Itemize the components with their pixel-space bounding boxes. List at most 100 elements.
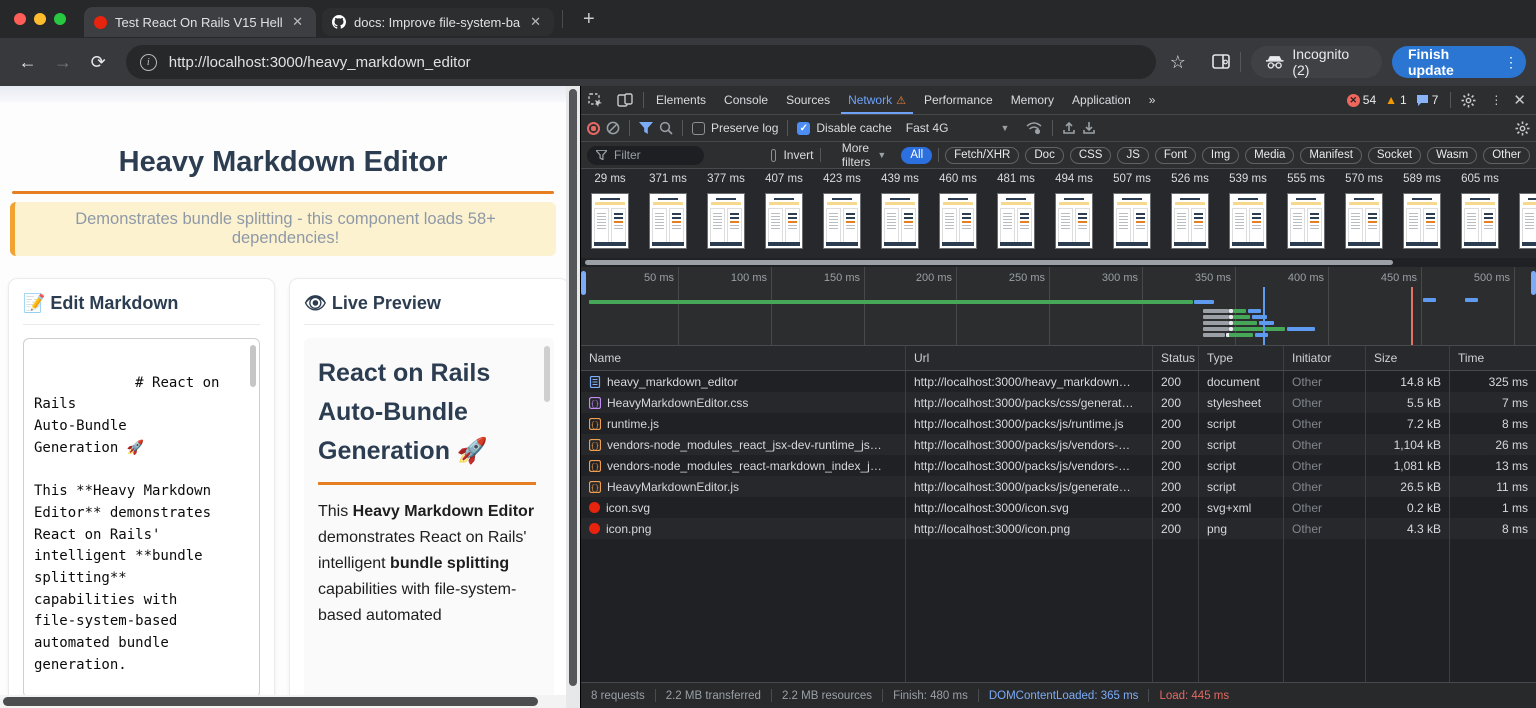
- devtools-menu-icon[interactable]: ⋮: [1483, 93, 1509, 107]
- column-header-initiator[interactable]: Initiator: [1284, 346, 1366, 370]
- filmstrip-frame[interactable]: 589 ms: [1393, 173, 1451, 258]
- page-horizontal-scrollbar[interactable]: [0, 695, 566, 708]
- filmstrip-thumbnail[interactable]: [1345, 193, 1383, 249]
- request-initiator[interactable]: Other: [1284, 413, 1366, 434]
- filmstrip-thumbnail[interactable]: [1229, 193, 1267, 249]
- filmstrip-thumbnail[interactable]: [649, 193, 687, 249]
- column-header-url[interactable]: Url: [906, 346, 1153, 370]
- warning-count-badge[interactable]: ▲ 1: [1385, 93, 1407, 107]
- filmstrip-thumbnail[interactable]: [997, 193, 1035, 249]
- filmstrip-frame[interactable]: 439 ms: [871, 173, 929, 258]
- throttling-caret-icon[interactable]: ▼: [1000, 123, 1009, 133]
- filmstrip-thumbnail[interactable]: [765, 193, 803, 249]
- filter-chip-wasm[interactable]: Wasm: [1427, 147, 1477, 164]
- close-window-button[interactable]: [14, 13, 26, 25]
- disable-cache-label[interactable]: Disable cache: [816, 121, 891, 135]
- overview-right-handle[interactable]: [1531, 271, 1536, 295]
- devtools-tab-sources[interactable]: Sources: [777, 86, 839, 114]
- network-overview-timeline[interactable]: 50 ms100 ms150 ms200 ms250 ms300 ms350 m…: [581, 267, 1536, 346]
- more-tabs-button[interactable]: »: [1140, 86, 1165, 114]
- search-icon[interactable]: [659, 121, 673, 135]
- bookmark-star-icon[interactable]: ☆: [1170, 52, 1186, 73]
- invert-label[interactable]: Invert: [783, 148, 813, 162]
- filter-chip-all[interactable]: All: [901, 147, 932, 164]
- filmstrip-frame[interactable]: 555 ms: [1277, 173, 1335, 258]
- preserve-log-label[interactable]: Preserve log: [711, 121, 778, 135]
- request-initiator[interactable]: Other: [1284, 455, 1366, 476]
- record-network-log-button[interactable]: [587, 122, 600, 135]
- incognito-badge[interactable]: Incognito (2): [1251, 46, 1382, 78]
- filmstrip-frame[interactable]: 371 ms: [639, 173, 697, 258]
- filmstrip-thumbnail[interactable]: [1403, 193, 1441, 249]
- column-header-status[interactable]: Status: [1153, 346, 1199, 370]
- forward-button[interactable]: →: [49, 48, 76, 76]
- export-har-icon[interactable]: [1082, 121, 1096, 135]
- filmstrip-frame[interactable]: [1509, 173, 1536, 258]
- minimize-window-button[interactable]: [34, 13, 46, 25]
- filmstrip-frame[interactable]: 423 ms: [813, 173, 871, 258]
- filmstrip-frame[interactable]: 29 ms: [581, 173, 639, 258]
- filmstrip-thumbnail[interactable]: [939, 193, 977, 249]
- request-initiator[interactable]: Other: [1284, 371, 1366, 392]
- url-text[interactable]: http://localhost:3000/heavy_markdown_edi…: [169, 54, 471, 71]
- markdown-textarea[interactable]: # React on Rails Auto-Bundle Generation …: [23, 338, 260, 698]
- filmstrip-thumbnail[interactable]: [1171, 193, 1209, 249]
- filter-chip-media[interactable]: Media: [1245, 147, 1294, 164]
- filter-chip-fetchxhr[interactable]: Fetch/XHR: [945, 147, 1019, 164]
- filmstrip-frame[interactable]: 407 ms: [755, 173, 813, 258]
- clear-network-log-icon[interactable]: [606, 121, 620, 135]
- filmstrip-frame[interactable]: 570 ms: [1335, 173, 1393, 258]
- tab-close-icon[interactable]: ✕: [527, 14, 544, 30]
- invert-checkbox[interactable]: [771, 149, 776, 162]
- devtools-tab-elements[interactable]: Elements: [647, 86, 715, 114]
- request-initiator[interactable]: Other: [1284, 518, 1366, 539]
- side-panel-icon[interactable]: [1212, 54, 1230, 70]
- inspect-element-icon[interactable]: [581, 93, 610, 108]
- network-request-row[interactable]: {}HeavyMarkdownEditor.csshttp://localhos…: [581, 392, 1536, 413]
- throttling-select[interactable]: Fast 4G: [906, 121, 949, 135]
- network-request-row[interactable]: icon.pnghttp://localhost:3000/icon.png20…: [581, 518, 1536, 539]
- filmstrip-scrollbar[interactable]: [581, 258, 1536, 267]
- filmstrip-frame[interactable]: 460 ms: [929, 173, 987, 258]
- filter-chip-js[interactable]: JS: [1117, 147, 1148, 164]
- filter-chip-img[interactable]: Img: [1202, 147, 1239, 164]
- filter-toggle-icon[interactable]: [639, 122, 653, 134]
- devtools-tab-memory[interactable]: Memory: [1002, 86, 1063, 114]
- back-button[interactable]: ←: [14, 48, 41, 76]
- filmstrip-frame[interactable]: 481 ms: [987, 173, 1045, 258]
- filmstrip-frame[interactable]: 526 ms: [1161, 173, 1219, 258]
- new-tab-button[interactable]: +: [577, 8, 601, 31]
- devtools-tab-console[interactable]: Console: [715, 86, 777, 114]
- error-count-badge[interactable]: ✕ 54: [1347, 93, 1376, 107]
- issues-count-badge[interactable]: 7: [1416, 93, 1439, 107]
- devtools-tab-network[interactable]: Network⚠: [839, 86, 915, 114]
- devtools-tab-performance[interactable]: Performance: [915, 86, 1002, 114]
- devtools-settings-icon[interactable]: [1454, 93, 1483, 108]
- network-request-row[interactable]: {}runtime.jshttp://localhost:3000/packs/…: [581, 413, 1536, 434]
- filter-chip-manifest[interactable]: Manifest: [1300, 147, 1361, 164]
- devtools-close-icon[interactable]: ✕: [1509, 91, 1536, 109]
- browser-menu-icon[interactable]: ⋮: [1504, 54, 1518, 71]
- preview-scrollbar[interactable]: [544, 346, 550, 402]
- network-conditions-icon[interactable]: [1025, 121, 1043, 135]
- column-header-name[interactable]: Name: [581, 346, 906, 370]
- filmstrip-thumbnail[interactable]: [823, 193, 861, 249]
- filmstrip-thumbnail[interactable]: [707, 193, 745, 249]
- filmstrip-frame[interactable]: 605 ms: [1451, 173, 1509, 258]
- device-toolbar-icon[interactable]: [610, 93, 640, 107]
- reload-button[interactable]: ⟳: [85, 48, 112, 76]
- filter-chip-css[interactable]: CSS: [1070, 147, 1112, 164]
- filmstrip-thumbnail[interactable]: [1519, 193, 1536, 249]
- network-request-row[interactable]: {}vendors-node_modules_react_jsx-dev-run…: [581, 434, 1536, 455]
- filmstrip-frame[interactable]: 494 ms: [1045, 173, 1103, 258]
- column-header-size[interactable]: Size: [1366, 346, 1450, 370]
- address-bar[interactable]: i http://localhost:3000/heavy_markdown_e…: [126, 45, 1156, 79]
- filmstrip-thumbnail[interactable]: [1113, 193, 1151, 249]
- column-header-type[interactable]: Type: [1199, 346, 1284, 370]
- devtools-tab-application[interactable]: Application: [1063, 86, 1140, 114]
- filter-chip-socket[interactable]: Socket: [1368, 147, 1421, 164]
- network-request-row[interactable]: heavy_markdown_editorhttp://localhost:30…: [581, 371, 1536, 392]
- finish-update-button[interactable]: Finish update ⋮: [1392, 46, 1526, 78]
- disable-cache-checkbox[interactable]: ✓: [797, 122, 810, 135]
- filmstrip-frame[interactable]: 377 ms: [697, 173, 755, 258]
